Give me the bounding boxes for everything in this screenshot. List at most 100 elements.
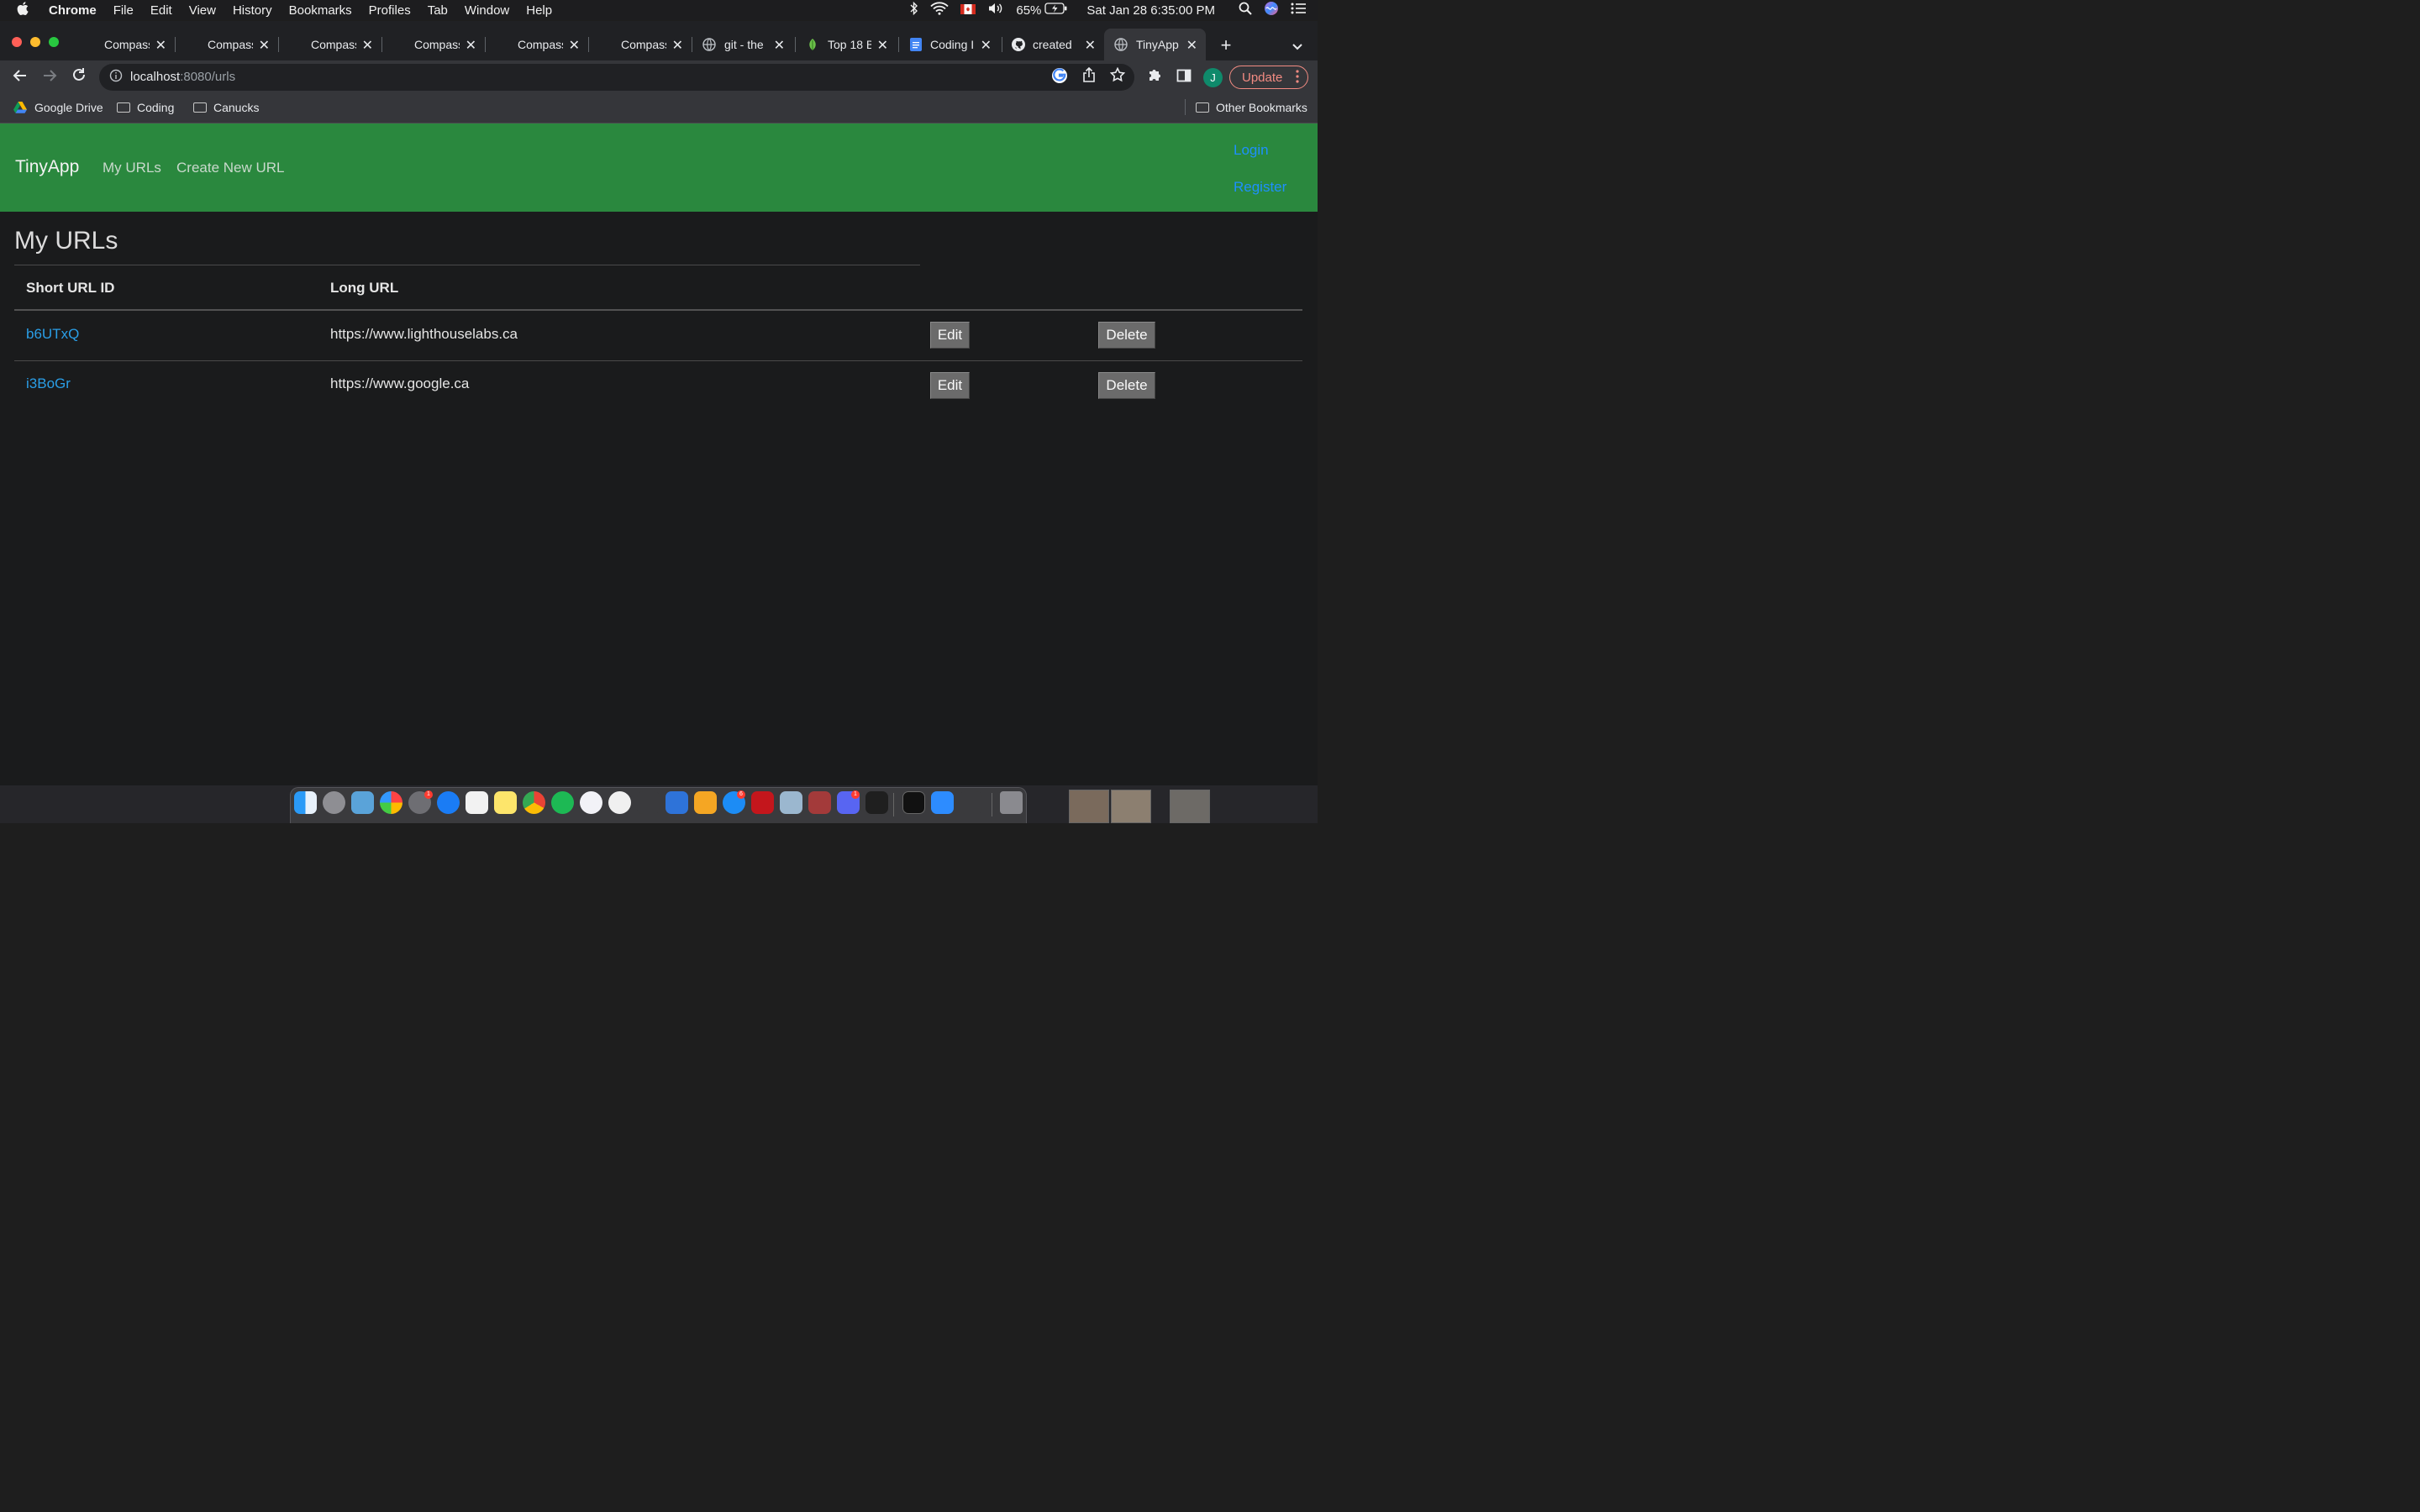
menu-edit[interactable]: Edit bbox=[150, 3, 172, 18]
zoom-window-button[interactable] bbox=[49, 37, 59, 47]
minimize-window-button[interactable] bbox=[30, 37, 40, 47]
delete-button[interactable]: Delete bbox=[1098, 372, 1155, 399]
edit-button[interactable]: Edit bbox=[930, 372, 970, 399]
nav-create-new-url[interactable]: Create New URL bbox=[176, 160, 285, 176]
spotify-icon[interactable] bbox=[551, 791, 574, 814]
trash-icon[interactable] bbox=[1000, 791, 1023, 814]
close-tab-icon[interactable]: ✕ bbox=[1186, 37, 1197, 54]
delete-button[interactable]: Delete bbox=[1098, 322, 1155, 349]
tab-compass-5[interactable]: Compass ✕ bbox=[509, 29, 585, 60]
address-url[interactable]: localhost:8080/urls bbox=[130, 70, 235, 84]
menu-view[interactable]: View bbox=[189, 3, 216, 18]
close-tab-icon[interactable]: ✕ bbox=[1085, 37, 1096, 54]
address-bar[interactable] bbox=[99, 64, 1134, 91]
tab-tinyapp[interactable]: TinyApp ✕ bbox=[1104, 29, 1206, 60]
tab-compass-6[interactable]: Compass ✕ bbox=[613, 29, 688, 60]
close-tab-icon[interactable]: ✕ bbox=[672, 37, 683, 54]
menu-file[interactable]: File bbox=[113, 3, 134, 18]
site-info-icon[interactable] bbox=[106, 67, 126, 87]
tab-compass-4[interactable]: Compass ✕ bbox=[406, 29, 481, 60]
tab-top-18[interactable]: Top 18 B ✕ bbox=[806, 29, 893, 60]
apple-menu-icon[interactable] bbox=[17, 1, 32, 19]
close-tab-icon[interactable]: ✕ bbox=[569, 37, 580, 54]
keynote-icon[interactable] bbox=[666, 791, 688, 814]
tab-git[interactable]: git - the ✕ bbox=[702, 29, 790, 60]
menu-tab[interactable]: Tab bbox=[428, 3, 448, 18]
edit-button[interactable]: Edit bbox=[930, 322, 970, 349]
chrome-icon[interactable] bbox=[523, 791, 545, 814]
finder-icon[interactable] bbox=[294, 791, 317, 814]
update-button[interactable]: Update bbox=[1229, 66, 1308, 89]
directory-utility-icon[interactable] bbox=[960, 791, 982, 814]
close-tab-icon[interactable]: ✕ bbox=[877, 37, 888, 54]
acrobat-icon[interactable] bbox=[751, 791, 774, 814]
notes-icon[interactable] bbox=[494, 791, 517, 814]
menu-app-name[interactable]: Chrome bbox=[49, 3, 97, 18]
dictionary-icon[interactable] bbox=[808, 791, 831, 814]
tab-github[interactable]: created ✕ bbox=[1012, 29, 1101, 60]
close-tab-icon[interactable]: ✕ bbox=[155, 37, 166, 54]
back-arrow-icon[interactable] bbox=[10, 67, 30, 87]
tab-compass-3[interactable]: Compass ✕ bbox=[302, 29, 378, 60]
preview-icon[interactable] bbox=[351, 791, 374, 814]
menu-window[interactable]: Window bbox=[465, 3, 509, 18]
bookmark-folder-canucks[interactable]: Canucks bbox=[193, 100, 259, 115]
bookmark-google-drive[interactable]: Google Drive bbox=[13, 100, 103, 115]
nav-my-urls[interactable]: My URLs bbox=[103, 160, 161, 176]
extensions-puzzle-icon[interactable] bbox=[1144, 67, 1165, 87]
safari-icon[interactable] bbox=[437, 791, 460, 814]
login-link[interactable]: Login bbox=[1234, 142, 1269, 159]
new-tab-plus-icon[interactable]: + bbox=[1216, 35, 1236, 55]
calendar-icon[interactable] bbox=[466, 791, 488, 814]
battery-status[interactable]: 65% bbox=[1016, 3, 1068, 18]
close-tab-icon[interactable]: ✕ bbox=[259, 37, 270, 54]
menu-help[interactable]: Help bbox=[526, 3, 552, 18]
numbers-icon[interactable] bbox=[637, 791, 660, 814]
image-capture-icon[interactable] bbox=[780, 791, 802, 814]
desktop-photo-thumbnail[interactable] bbox=[1170, 790, 1210, 823]
zoom-icon[interactable] bbox=[931, 791, 954, 814]
menu-bookmarks[interactable]: Bookmarks bbox=[289, 3, 352, 18]
tab-compass-1[interactable]: Compass ✕ bbox=[96, 29, 171, 60]
news-icon[interactable] bbox=[608, 791, 631, 814]
app-brand[interactable]: TinyApp bbox=[15, 157, 79, 177]
close-tab-icon[interactable]: ✕ bbox=[362, 37, 373, 54]
control-center-icon[interactable] bbox=[1291, 3, 1306, 18]
close-tab-icon[interactable]: ✕ bbox=[774, 37, 785, 54]
photos-icon[interactable] bbox=[380, 791, 402, 814]
short-url-link[interactable]: i3BoGr bbox=[26, 375, 71, 392]
reload-icon[interactable] bbox=[69, 67, 89, 87]
bookmark-folder-other[interactable]: Other Bookmarks bbox=[1196, 100, 1307, 115]
canada-flag-icon[interactable] bbox=[960, 3, 976, 18]
menu-profiles[interactable]: Profiles bbox=[369, 3, 411, 18]
launchpad-icon[interactable] bbox=[323, 791, 345, 814]
short-url-link[interactable]: b6UTxQ bbox=[26, 326, 79, 343]
siri-icon[interactable] bbox=[1264, 1, 1279, 19]
tab-compass-2[interactable]: Compass ✕ bbox=[199, 29, 275, 60]
clock[interactable]: Sat Jan 28 6:35:00 PM bbox=[1086, 3, 1215, 18]
desktop-photo-thumbnail[interactable] bbox=[1111, 790, 1151, 823]
close-window-button[interactable] bbox=[12, 37, 22, 47]
vscode-icon[interactable] bbox=[865, 791, 888, 814]
terminal-icon[interactable] bbox=[902, 791, 925, 814]
bookmark-folder-coding[interactable]: Coding bbox=[117, 100, 174, 115]
pages-icon[interactable] bbox=[694, 791, 717, 814]
forward-arrow-icon[interactable] bbox=[39, 67, 60, 87]
spotlight-search-icon[interactable] bbox=[1239, 2, 1252, 18]
wifi-icon[interactable] bbox=[930, 2, 950, 18]
share-icon[interactable] bbox=[1079, 66, 1099, 87]
tab-coding[interactable]: Coding I ✕ bbox=[909, 29, 997, 60]
menu-history[interactable]: History bbox=[233, 3, 272, 18]
music-icon[interactable] bbox=[580, 791, 602, 814]
google-lens-icon[interactable] bbox=[1050, 67, 1070, 87]
close-tab-icon[interactable]: ✕ bbox=[981, 37, 992, 54]
tab-search-chevron-icon[interactable] bbox=[1287, 36, 1307, 56]
profile-avatar[interactable]: J bbox=[1203, 68, 1223, 87]
bookmark-star-icon[interactable] bbox=[1107, 66, 1128, 87]
register-link[interactable]: Register bbox=[1234, 179, 1286, 196]
close-tab-icon[interactable]: ✕ bbox=[466, 37, 476, 54]
bluetooth-icon[interactable] bbox=[910, 1, 918, 18]
desktop-photo-thumbnail[interactable] bbox=[1069, 790, 1109, 823]
side-panel-icon[interactable] bbox=[1174, 67, 1194, 87]
volume-icon[interactable] bbox=[987, 2, 1004, 18]
